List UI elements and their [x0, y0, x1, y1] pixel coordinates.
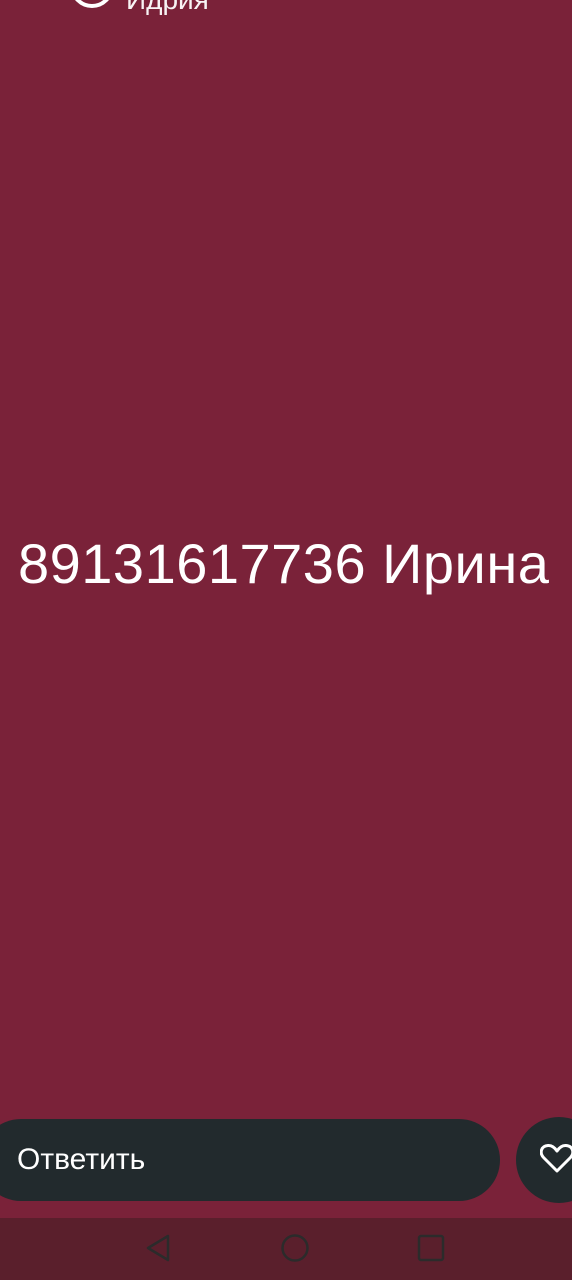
story-text: 89131617736 Ирина [18, 532, 550, 595]
nav-recent-button[interactable] [416, 1233, 446, 1268]
reply-placeholder: Ответить [17, 1143, 146, 1176]
system-nav-bar [0, 1218, 572, 1280]
author-row[interactable]: Идрия [70, 0, 209, 15]
square-recent-icon [416, 1233, 446, 1268]
reply-input[interactable]: Ответить [0, 1119, 500, 1201]
story-screen[interactable]: Идрия 89131617736 Ирина Ответить [0, 0, 572, 1280]
nav-back-button[interactable] [143, 1233, 173, 1268]
like-button[interactable] [516, 1117, 572, 1203]
heart-icon [539, 1143, 572, 1178]
triangle-back-icon [144, 1233, 172, 1268]
nav-home-button[interactable] [280, 1233, 310, 1268]
author-name[interactable]: Идрия [126, 0, 209, 16]
circle-home-icon [280, 1233, 310, 1268]
avatar[interactable] [70, 0, 114, 8]
